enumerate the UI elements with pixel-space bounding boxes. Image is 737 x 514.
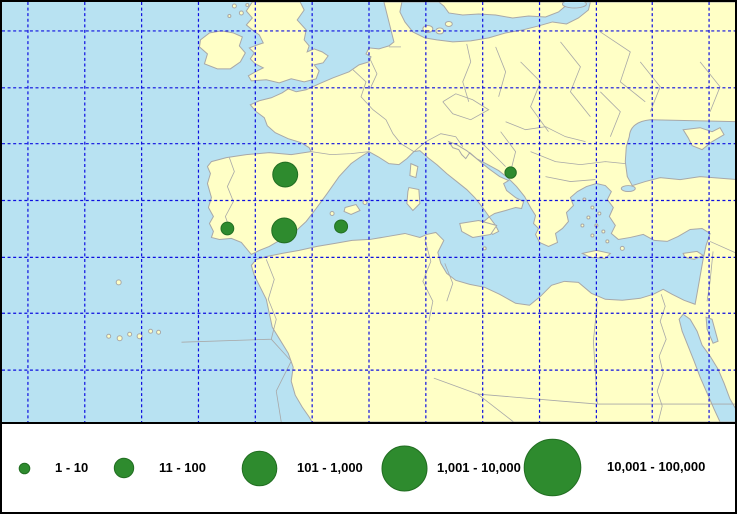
island-ibiza bbox=[330, 212, 334, 216]
size-class-legend: 1 - 10 11 - 100 101 - 1,000 1,001 - 10,000 1… bbox=[2, 424, 735, 510]
marker-south-spain[interactable] bbox=[272, 218, 297, 243]
legend-circle-symbol bbox=[19, 463, 30, 474]
legend-label: 10,001 - 100,000 bbox=[607, 459, 705, 474]
legend-circle-symbol bbox=[524, 439, 581, 496]
land-ireland bbox=[199, 31, 245, 69]
marker-southwest-iberia[interactable] bbox=[221, 222, 234, 235]
legend-circle bbox=[17, 461, 32, 476]
europe-mediterranean-map[interactable] bbox=[2, 2, 735, 422]
legend-circle-symbol bbox=[114, 458, 133, 477]
legend-label: 11 - 100 bbox=[159, 460, 206, 475]
sea-of-marmara bbox=[621, 186, 635, 192]
legend-circle bbox=[112, 456, 136, 480]
legend-label: 1 - 10 bbox=[55, 460, 88, 475]
map-area[interactable] bbox=[2, 2, 735, 422]
legend-circle-symbol bbox=[382, 446, 427, 491]
occurrence-map-window: 1 - 10 11 - 100 101 - 1,000 1,001 - 10,000 1… bbox=[0, 0, 737, 514]
island-malta bbox=[483, 247, 486, 250]
legend-label: 101 - 1,000 bbox=[297, 460, 363, 475]
legend-label: 1,001 - 10,000 bbox=[437, 460, 521, 475]
legend-circle-symbol bbox=[242, 451, 277, 486]
gulf-of-finland bbox=[562, 2, 586, 8]
danish-island bbox=[445, 21, 452, 26]
marker-adriatic-croatia[interactable] bbox=[505, 167, 516, 178]
marker-algeria-coast[interactable] bbox=[335, 220, 348, 233]
legend-circle bbox=[240, 449, 279, 488]
legend-circle bbox=[380, 444, 429, 493]
island-corsica bbox=[410, 164, 418, 178]
marker-north-spain[interactable] bbox=[273, 162, 298, 187]
legend-circle bbox=[522, 437, 583, 498]
